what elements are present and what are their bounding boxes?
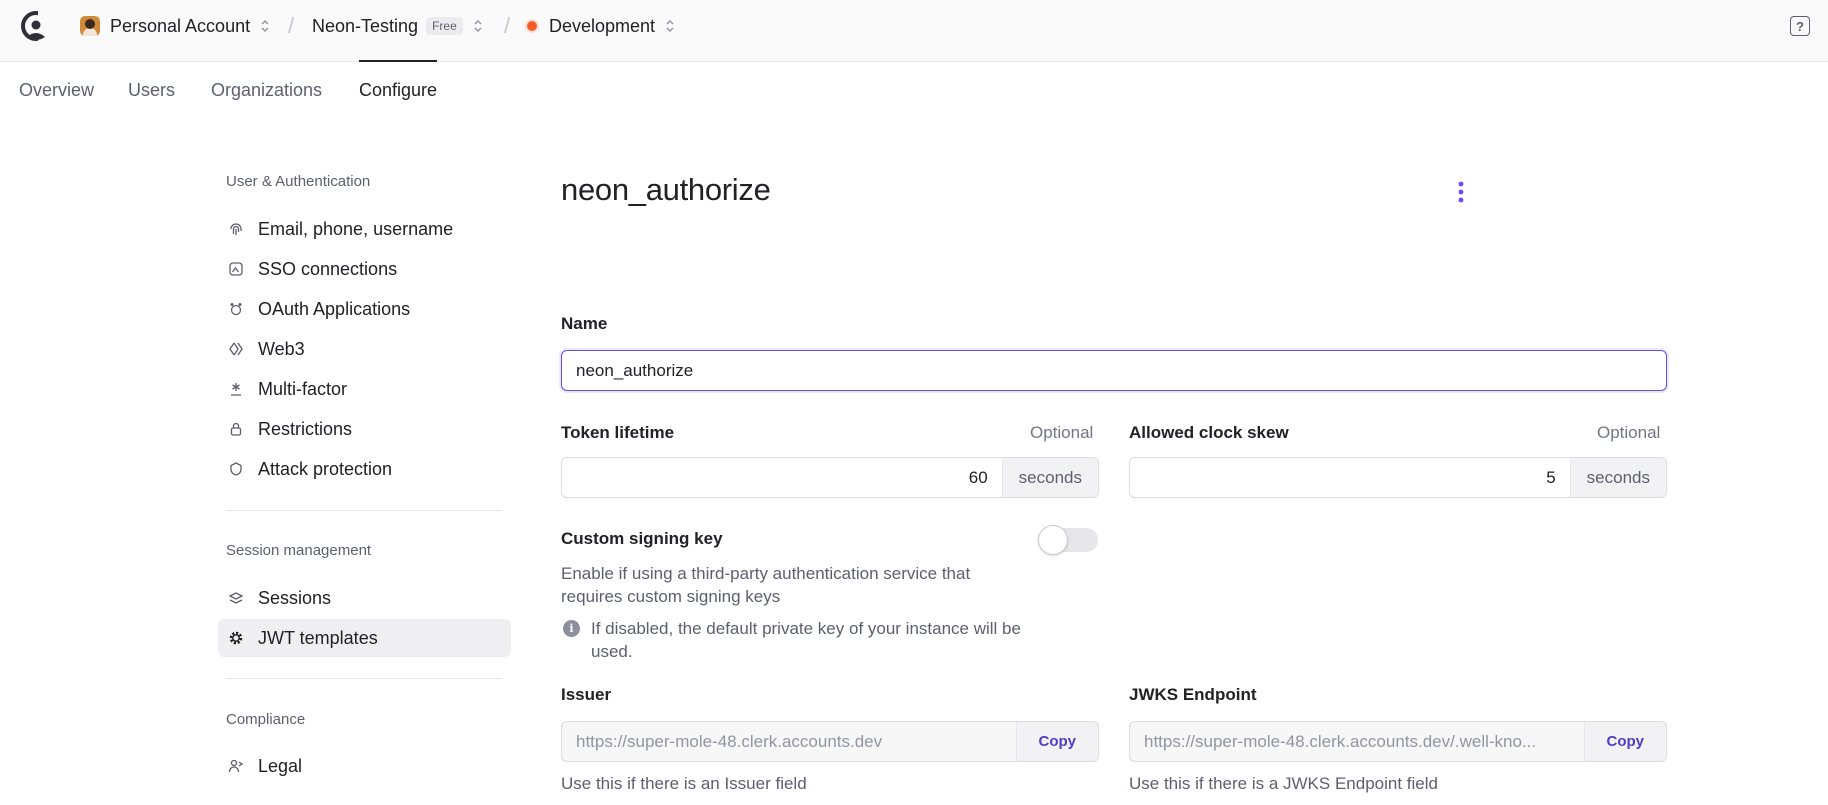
breadcrumb-separator: / — [504, 13, 511, 38]
tab-overview[interactable]: Overview — [19, 62, 94, 118]
sidebar-item-restrictions[interactable]: Restrictions — [218, 410, 511, 448]
account-switcher[interactable]: Personal Account — [80, 0, 270, 52]
plan-badge: Free — [426, 17, 463, 35]
sidebar-item-label: Email, phone, username — [258, 218, 454, 239]
sidebar-item-multi-factor[interactable]: Multi-factor — [218, 370, 511, 408]
sidebar-item-label: Attack protection — [258, 458, 393, 479]
custom-signing-key-label: Custom signing key — [561, 529, 723, 548]
sidebar-item-web3[interactable]: Web3 — [218, 330, 511, 368]
environment-switcher[interactable]: Development — [527, 0, 675, 52]
asterisk-icon — [228, 381, 244, 397]
help-icon[interactable]: ? — [1790, 16, 1810, 36]
sidebar-divider — [226, 678, 502, 679]
sidebar-item-attack-protection[interactable]: Attack protection — [218, 450, 511, 488]
name-field[interactable]: neon_authorize — [561, 350, 1667, 391]
copy-issuer-button[interactable]: Copy — [1015, 722, 1098, 761]
lock-icon — [228, 421, 244, 437]
name-label: Name — [561, 314, 608, 333]
unit-suffix: seconds — [1001, 458, 1098, 497]
top-bar: Personal Account / Neon-Testing Free / D… — [0, 0, 1828, 62]
issuer-label: Issuer — [561, 685, 612, 704]
oauth-icon — [228, 301, 244, 317]
sidebar-item-label: SSO connections — [258, 258, 398, 279]
tab-users[interactable]: Users — [128, 62, 175, 118]
sso-icon — [228, 261, 244, 277]
breadcrumb-separator: / — [288, 13, 295, 38]
custom-signing-key-note: If disabled, the default private key of … — [591, 619, 1021, 661]
jwks-endpoint-help: Use this if there is a JWKS Endpoint fie… — [1129, 774, 1438, 793]
sidebar-item-label: Web3 — [258, 338, 305, 359]
tab-configure[interactable]: Configure — [359, 60, 438, 118]
sidebar-item-label: Multi-factor — [258, 378, 348, 399]
web3-icon — [228, 341, 244, 357]
sidebar-heading: Session management — [226, 542, 372, 559]
sidebar-item-oauth-applications[interactable]: OAuth Applications — [218, 290, 511, 328]
environment-dot-icon — [527, 21, 537, 31]
sidebar-item-label: Sessions — [258, 587, 332, 608]
chevron-updown-icon — [666, 20, 674, 32]
token-lifetime-value: 60 — [968, 467, 988, 487]
app-name: Neon-Testing — [312, 15, 419, 36]
optional-label: Optional — [1597, 423, 1661, 442]
fingerprint-icon — [228, 221, 244, 237]
clock-skew-field[interactable]: 5 seconds — [1129, 457, 1667, 498]
sidebar-divider — [226, 510, 502, 511]
jwks-endpoint-value: https://super-mole-48.clerk.accounts.dev… — [1144, 731, 1537, 751]
sessions-icon — [228, 590, 244, 606]
sidebar-item-label: OAuth Applications — [258, 298, 411, 319]
jwks-endpoint-field[interactable]: https://super-mole-48.clerk.accounts.dev… — [1129, 721, 1667, 762]
shield-icon — [228, 461, 244, 477]
gear-icon — [228, 630, 244, 646]
issuer-help: Use this if there is an Issuer field — [561, 774, 807, 793]
sidebar-item-email-phone-username[interactable]: Email, phone, username — [218, 210, 511, 248]
chevron-updown-icon — [261, 20, 269, 32]
legal-icon — [228, 758, 244, 774]
sidebar-heading: User & Authentication — [226, 173, 371, 190]
clock-skew-value: 5 — [1546, 467, 1556, 487]
account-name: Personal Account — [110, 15, 251, 36]
toggle-knob — [1038, 525, 1068, 555]
name-value: neon_authorize — [576, 360, 694, 380]
issuer-field[interactable]: https://super-mole-48.clerk.accounts.dev… — [561, 721, 1099, 762]
page-title: neon_authorize — [561, 172, 771, 207]
token-lifetime-label: Token lifetime — [561, 423, 675, 442]
sidebar-item-label: JWT templates — [258, 627, 378, 648]
token-lifetime-field[interactable]: 60 seconds — [561, 457, 1099, 498]
environment-name: Development — [549, 15, 656, 36]
info-icon: i — [563, 620, 580, 637]
custom-signing-key-toggle[interactable] — [1038, 525, 1098, 555]
sidebar-item-sso-connections[interactable]: SSO connections — [218, 250, 511, 288]
optional-label: Optional — [1030, 423, 1094, 442]
sidebar-item-jwt-templates[interactable]: JWT templates — [218, 619, 511, 657]
unit-suffix: seconds — [1569, 458, 1666, 497]
app-switcher[interactable]: Neon-Testing Free — [312, 0, 483, 52]
sidebar-heading: Compliance — [226, 711, 306, 728]
sidebar-item-legal[interactable]: Legal — [218, 747, 511, 785]
jwks-endpoint-label: JWKS Endpoint — [1129, 685, 1257, 704]
chevron-updown-icon — [474, 20, 482, 32]
tab-organizations[interactable]: Organizations — [211, 62, 322, 118]
clerk-logo-icon[interactable] — [20, 10, 52, 42]
sidebar-item-sessions[interactable]: Sessions — [218, 579, 511, 617]
issuer-value: https://super-mole-48.clerk.accounts.dev — [576, 731, 883, 751]
copy-jwks-button[interactable]: Copy — [1583, 722, 1666, 761]
sidebar-item-label: Legal — [258, 755, 303, 776]
custom-signing-key-description: Enable if using a third-party authentica… — [561, 564, 971, 606]
clock-skew-label: Allowed clock skew — [1129, 423, 1289, 442]
avatar — [80, 16, 100, 36]
sidebar-item-label: Restrictions — [258, 418, 353, 439]
more-options-icon[interactable] — [1455, 180, 1467, 204]
